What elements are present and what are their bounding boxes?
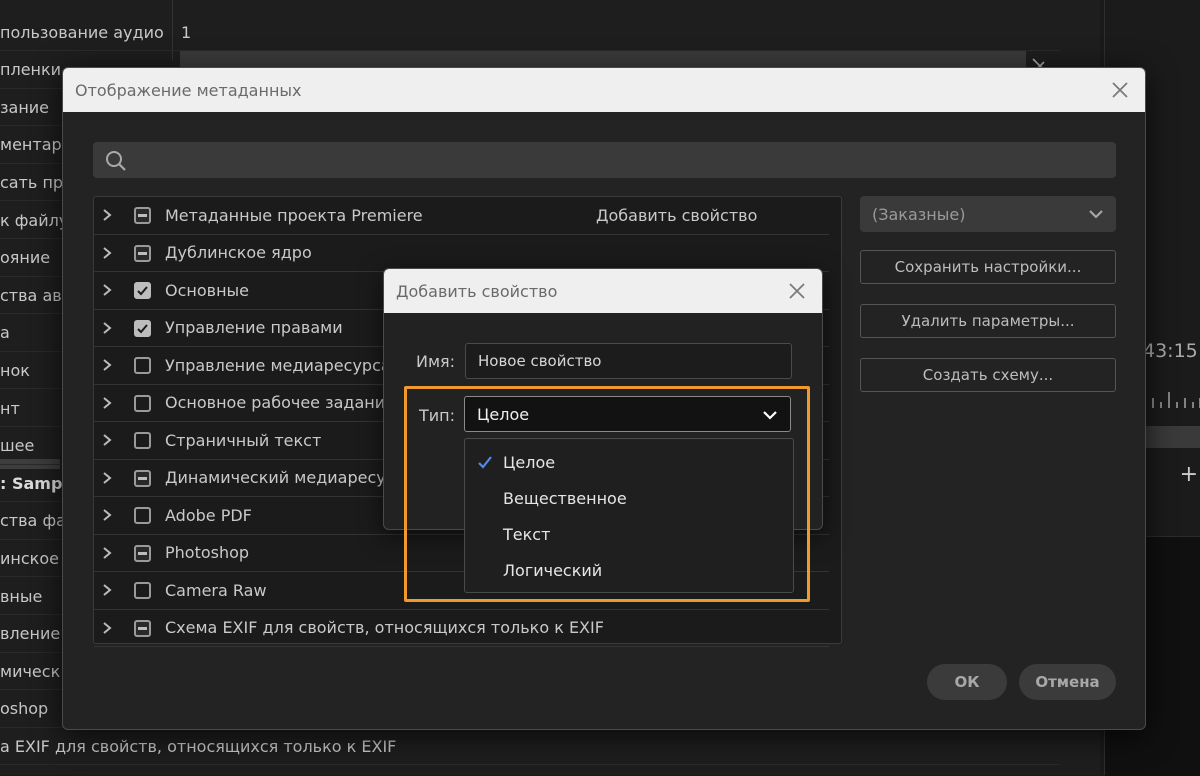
cancel-button[interactable]: Отмена [1019,664,1116,700]
chevron-right-icon[interactable] [100,246,114,260]
timecode: 43:15 [1143,340,1198,362]
type-dropdown-menu: Целое Вещественное Текст Логический [464,438,794,593]
background-row: пользование аудио 1 [0,14,1060,51]
chevron-right-icon[interactable] [100,321,114,335]
background-row-label: вные [0,586,43,606]
tree-row-checkbox[interactable] [134,432,151,449]
tree-row-label: Основное рабочее задание [165,393,395,413]
search-box[interactable] [93,142,1116,178]
chevron-right-icon[interactable] [100,583,114,597]
tree-row-label: Динамический медиаресурс [165,468,405,488]
add-property-title: Добавить свойство [384,269,822,313]
create-schema-button[interactable]: Создать схему... [860,358,1116,392]
type-option-label: Логический [503,560,603,580]
background-row-label: пленки [0,60,62,80]
tree-row-checkbox[interactable] [134,469,151,487]
chevron-right-icon[interactable] [100,208,114,222]
chevron-right-icon[interactable] [100,546,114,560]
chevron-right-icon[interactable] [100,621,114,635]
type-option-label: Целое [503,452,556,472]
search-input[interactable] [137,142,1107,178]
chevron-down-icon [1089,210,1103,219]
type-option[interactable]: Текст [465,516,793,552]
background-row-label: ояние [0,248,51,268]
tree-row-checkbox[interactable] [134,207,151,224]
chevron-right-icon[interactable] [100,508,114,522]
tree-row-checkbox[interactable] [134,507,151,524]
chevron-right-icon[interactable] [100,433,114,447]
checkmark-icon [478,456,492,469]
tree-row-label: Метаданные проекта Premiere [165,205,423,225]
type-select[interactable]: Целое [464,396,791,432]
tree-row-checkbox[interactable] [134,357,151,374]
background-row: а EXIF для свойств, относящихся только к… [0,728,1060,766]
background-row-label: нок [0,360,30,380]
tree-row-checkbox[interactable] [134,319,151,337]
tree-row[interactable]: Дублинское ядро [94,235,829,272]
tree-row-label: Управление правами [165,318,343,338]
preset-select-value: (Заказные) [872,204,966,224]
tree-row-checkbox[interactable] [134,244,151,262]
tree-row[interactable]: Схема EXIF для свойств, относящихся толь… [94,610,829,647]
background-row-label: шее [0,436,35,456]
dialog-title: Отображение метаданных [63,68,1145,112]
tree-row-checkbox[interactable] [134,619,151,637]
type-select-value: Целое [477,404,530,424]
tree-row-checkbox[interactable] [134,394,151,412]
tree-row[interactable]: Метаданные проекта Premiere Добавить свой… [94,197,829,235]
type-option-label: Текст [503,524,551,544]
save-settings-button[interactable]: Сохранить настройки... [860,250,1116,284]
background-row-value: 1 [181,22,192,42]
background-row-label: oshop [0,699,49,719]
ok-button[interactable]: ОК [927,664,1007,700]
chevron-right-icon[interactable] [100,358,114,372]
add-property-link[interactable]: Добавить свойство [596,206,757,225]
background-row-label: зание [0,97,50,117]
chevron-right-icon[interactable] [100,471,114,485]
chevron-down-icon [763,411,777,420]
tree-row-label: Photoshop [165,543,250,563]
tree-row-checkbox[interactable] [134,544,151,562]
type-option[interactable]: Логический [465,552,793,588]
chevron-right-icon[interactable] [100,396,114,410]
close-icon[interactable] [1109,79,1131,101]
background-row-label: пользование аудио [0,22,164,42]
tree-row-checkbox[interactable] [134,282,151,299]
tree-row-label: Adobe PDF [165,505,252,525]
type-option[interactable]: Целое [465,444,793,480]
preset-select[interactable]: (Заказные) [860,196,1116,232]
background-row-label: а EXIF для свойств, относящихся только к… [0,736,397,756]
type-label: Тип: [419,406,456,425]
tree-row-label: Управление медиаресурсами [165,355,414,375]
tree-row-checkbox[interactable] [134,582,151,599]
plus-icon[interactable]: + [1180,462,1198,487]
tree-row-label: Страничный текст [165,430,322,450]
timeline-ruler-icon [1152,392,1200,408]
tree-row-label: Camera Raw [165,580,267,600]
name-label: Имя: [416,352,456,371]
tree-row-label: Схема EXIF для свойств, относящихся толь… [165,618,604,638]
delete-params-button[interactable]: Удалить параметры... [860,304,1116,338]
type-option-label: Вещественное [503,488,627,508]
property-name-input[interactable] [465,343,792,379]
tree-row-label: Дублинское ядро [165,243,312,263]
background-row-label: нт [0,398,20,418]
chevron-right-icon[interactable] [100,283,114,297]
search-icon [106,151,126,171]
background-row-label: мическ [0,661,61,681]
background-row-label: к файлу [0,210,69,230]
background-row-label: а [0,323,10,343]
close-icon[interactable] [786,280,808,302]
type-option[interactable]: Вещественное [465,480,793,516]
tree-row-label: Основные [165,280,250,300]
